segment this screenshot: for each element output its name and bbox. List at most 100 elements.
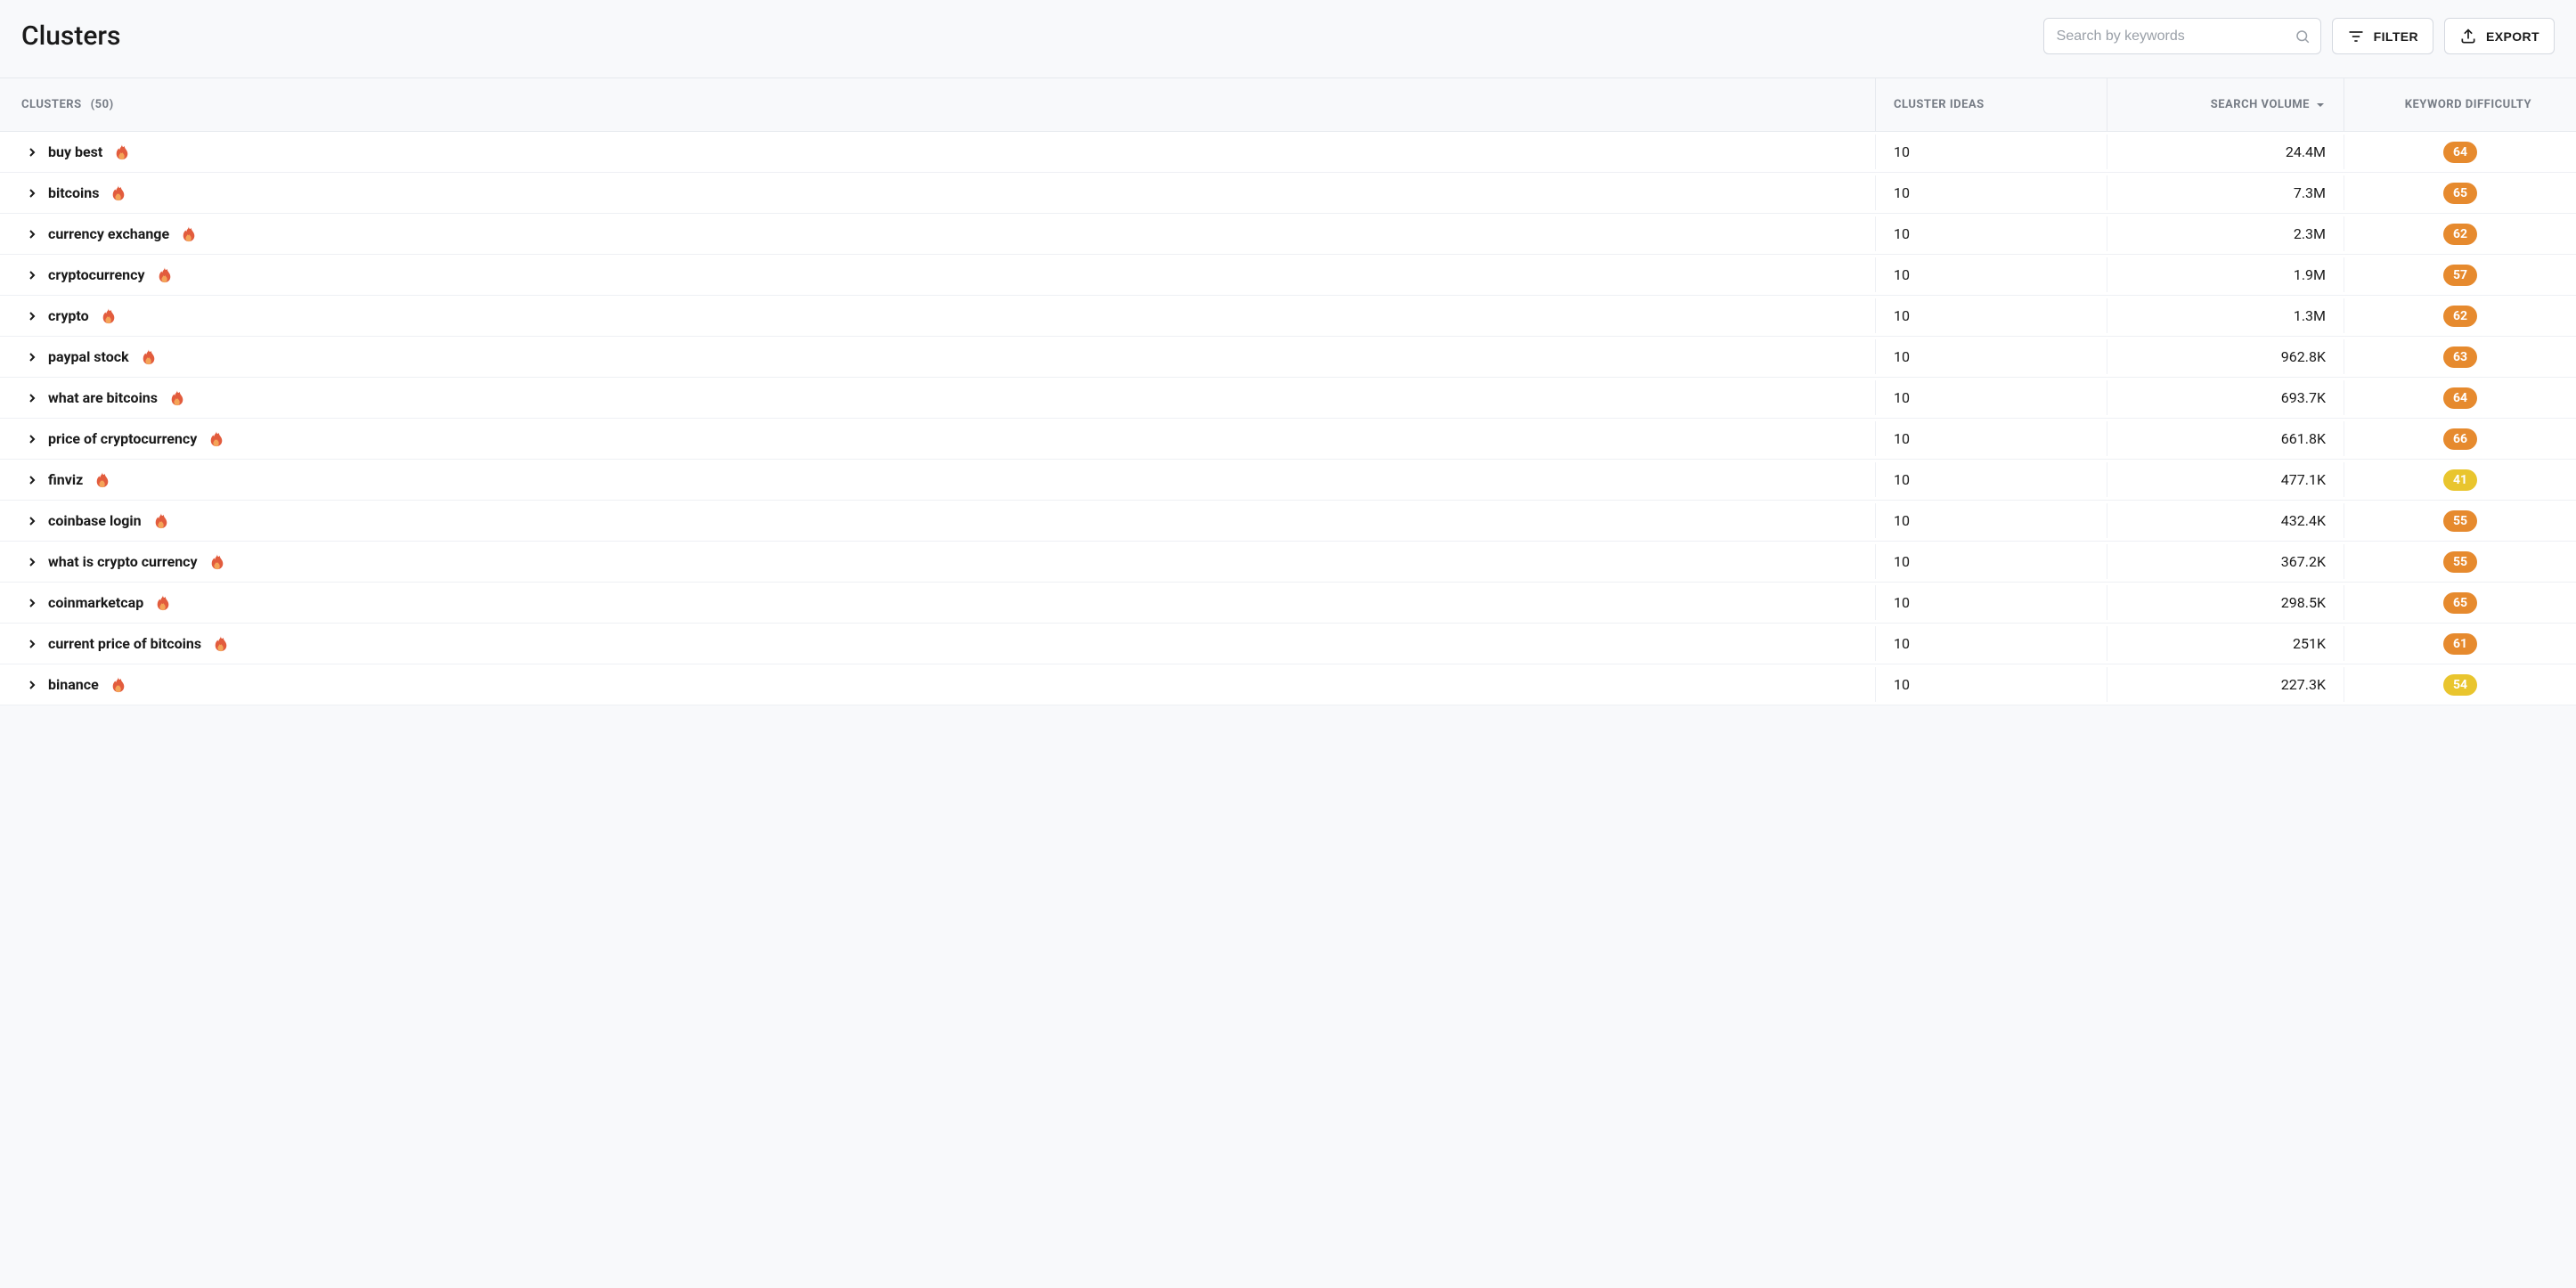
- col-volume-label: SEARCH VOLUME: [2211, 98, 2310, 111]
- table-row[interactable]: what is crypto currency10367.2K55: [0, 542, 2576, 583]
- difficulty-pill: 57: [2443, 265, 2477, 286]
- cluster-name-cell[interactable]: coinmarketcap: [0, 585, 1876, 620]
- cluster-name-cell[interactable]: bitcoins: [0, 175, 1876, 210]
- cluster-name-cell[interactable]: crypto: [0, 298, 1876, 333]
- table-row[interactable]: paypal stock 10 962.8K 63: [0, 337, 2576, 378]
- fire-icon: [158, 267, 172, 283]
- search-volume-cell: 367.2K: [2107, 544, 2344, 579]
- table-row[interactable]: buy best1024.4M64: [0, 132, 2576, 173]
- table-row[interactable]: cryptocurrency101.9M57: [0, 255, 2576, 296]
- cluster-name-cell[interactable]: cryptocurrency: [0, 257, 1876, 292]
- keyword-difficulty-cell: 61: [2344, 624, 2576, 664]
- table-row[interactable]: coinmarketcap 10 298.5K 65: [0, 583, 2576, 624]
- export-button[interactable]: EXPORT: [2444, 18, 2555, 54]
- cluster-name: current price of bitcoins: [48, 635, 201, 652]
- keyword-difficulty-cell: 63: [2344, 338, 2576, 377]
- search-volume-cell: 251K: [2107, 626, 2344, 661]
- search-volume-cell: 477.1K: [2107, 462, 2344, 497]
- difficulty-pill: 54: [2443, 674, 2477, 696]
- cluster-ideas-cell: 10: [1876, 421, 2107, 456]
- cluster-name: coinbase login: [48, 512, 142, 529]
- cluster-name-cell[interactable]: what are bitcoins: [0, 380, 1876, 415]
- cluster-ideas-cell: 10: [1876, 585, 2107, 620]
- col-volume[interactable]: SEARCH VOLUME: [2107, 78, 2344, 131]
- table-row[interactable]: finviz10477.1K 41: [0, 460, 2576, 501]
- cluster-name-cell[interactable]: finviz: [0, 462, 1876, 497]
- col-ideas[interactable]: CLUSTER IDEAS: [1876, 78, 2107, 131]
- fire-icon: [102, 308, 116, 324]
- chevron-right-icon: [27, 229, 37, 240]
- cluster-name: cryptocurrency: [48, 266, 145, 283]
- table-row[interactable]: coinbase login10432.4K55: [0, 501, 2576, 542]
- cluster-name: bitcoins: [48, 184, 99, 201]
- search-volume: 693.7K: [2281, 389, 2326, 406]
- cluster-ideas-cell: 10: [1876, 298, 2107, 333]
- chevron-right-icon: [27, 188, 37, 199]
- keyword-difficulty-cell: 62: [2344, 215, 2576, 254]
- filter-icon: [2347, 28, 2365, 45]
- keyword-difficulty-cell: 64: [2344, 379, 2576, 418]
- search-volume: 298.5K: [2281, 594, 2326, 611]
- search-volume: 24.4M: [2286, 143, 2326, 160]
- cluster-name: binance: [48, 676, 99, 693]
- cluster-ideas: 10: [1894, 676, 1910, 693]
- search-input[interactable]: [2043, 18, 2321, 54]
- cluster-name-cell[interactable]: coinbase login: [0, 503, 1876, 538]
- keyword-difficulty-cell: 54: [2344, 665, 2576, 705]
- search-volume-cell: 227.3K: [2107, 667, 2344, 702]
- search-volume: 962.8K: [2281, 348, 2326, 365]
- cluster-name-cell[interactable]: price of cryptocurrency: [0, 421, 1876, 456]
- col-difficulty[interactable]: KEYWORD DIFFICULTY: [2344, 78, 2576, 131]
- cluster-ideas: 10: [1894, 635, 1910, 652]
- keyword-difficulty-cell: 57: [2344, 256, 2576, 295]
- difficulty-pill: 65: [2443, 592, 2477, 614]
- cluster-name: coinmarketcap: [48, 594, 143, 611]
- col-clusters[interactable]: CLUSTERS (50): [0, 78, 1876, 131]
- cluster-name-cell[interactable]: buy best: [0, 135, 1876, 169]
- chevron-right-icon: [27, 352, 37, 363]
- cluster-ideas: 10: [1894, 348, 1910, 365]
- difficulty-pill: 64: [2443, 142, 2477, 163]
- search-volume: 661.8K: [2281, 430, 2326, 447]
- table-row[interactable]: current price of bitcoins 10 251K61: [0, 624, 2576, 664]
- fire-icon: [115, 144, 129, 160]
- table-header: CLUSTERS (50) CLUSTER IDEAS SEARCH VOLUM…: [0, 77, 2576, 132]
- cluster-name: paypal stock: [48, 348, 129, 365]
- search-volume-cell: 962.8K: [2107, 339, 2344, 374]
- search-volume-cell: 661.8K: [2107, 421, 2344, 456]
- search-volume-cell: 1.3M: [2107, 298, 2344, 333]
- col-clusters-label: CLUSTERS: [21, 98, 82, 111]
- chevron-right-icon: [27, 639, 37, 649]
- fire-icon: [142, 349, 156, 365]
- difficulty-pill: 62: [2443, 224, 2477, 245]
- cluster-ideas-cell: 10: [1876, 257, 2107, 292]
- fire-icon: [214, 636, 228, 652]
- fire-icon: [209, 431, 224, 447]
- cluster-ideas: 10: [1894, 389, 1910, 406]
- header-actions: FILTER EXPORT: [2043, 18, 2555, 54]
- table-row[interactable]: bitcoins107.3M65: [0, 173, 2576, 214]
- cluster-ideas-cell: 10: [1876, 216, 2107, 251]
- export-icon: [2459, 28, 2477, 45]
- cluster-name-cell[interactable]: paypal stock: [0, 339, 1876, 374]
- table-row[interactable]: currency exchange102.3M62: [0, 214, 2576, 255]
- cluster-name-cell[interactable]: currency exchange: [0, 216, 1876, 251]
- difficulty-pill: 65: [2443, 183, 2477, 204]
- cluster-name-cell[interactable]: current price of bitcoins: [0, 626, 1876, 661]
- filter-button[interactable]: FILTER: [2332, 18, 2433, 54]
- cluster-ideas-cell: 10: [1876, 462, 2107, 497]
- table-row[interactable]: binance 10 227.3K 54: [0, 664, 2576, 705]
- table-row[interactable]: what are bitcoins 10 693.7K 64: [0, 378, 2576, 419]
- cluster-name: what is crypto currency: [48, 553, 198, 570]
- table-row[interactable]: crypto101.3M62: [0, 296, 2576, 337]
- keyword-difficulty-cell: 41: [2344, 461, 2576, 500]
- table-row[interactable]: price of cryptocurrency10661.8K66: [0, 419, 2576, 460]
- cluster-name-cell[interactable]: what is crypto currency: [0, 544, 1876, 579]
- search-volume: 367.2K: [2281, 553, 2326, 570]
- cluster-ideas-cell: 10: [1876, 544, 2107, 579]
- difficulty-pill: 41: [2443, 469, 2477, 491]
- keyword-difficulty-cell: 64: [2344, 133, 2576, 172]
- cluster-name-cell[interactable]: binance: [0, 667, 1876, 702]
- cluster-name: buy best: [48, 143, 102, 160]
- keyword-difficulty-cell: 65: [2344, 583, 2576, 623]
